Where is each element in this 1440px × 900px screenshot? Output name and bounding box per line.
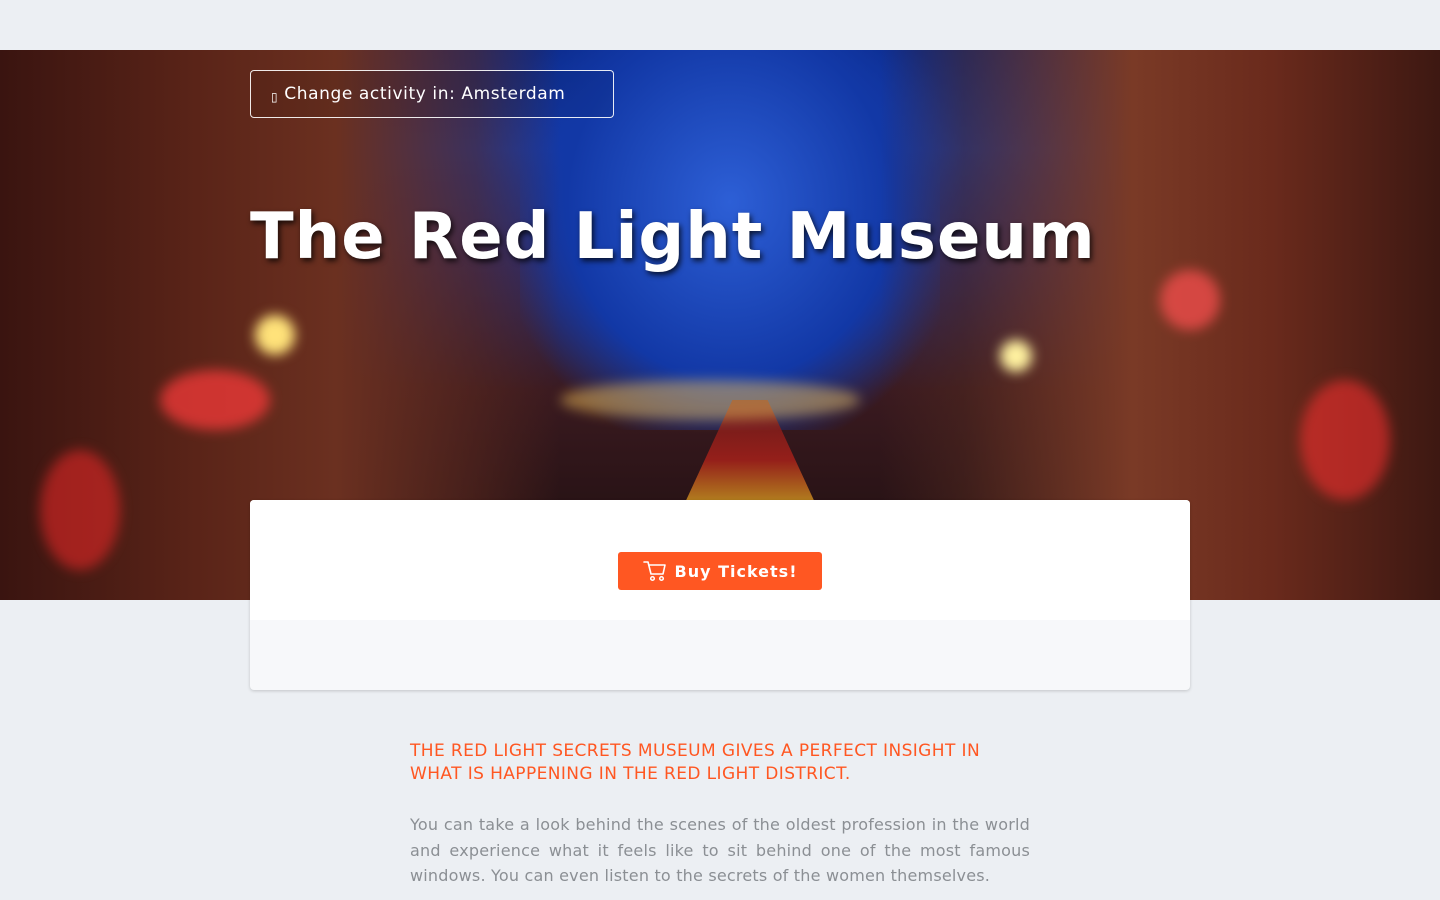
hero-image-street-lamp bbox=[1000, 340, 1032, 372]
page-title: The Red Light Museum bbox=[250, 200, 1096, 274]
hero-image-red-window bbox=[40, 450, 120, 570]
change-activity-button[interactable]: ▯ Change activity in: Amsterdam bbox=[250, 70, 614, 118]
booking-card: Buy Tickets! bbox=[250, 500, 1190, 690]
intro-heading: THE RED LIGHT SECRETS MUSEUM GIVES A PER… bbox=[410, 741, 981, 784]
hero-image-lights bbox=[560, 380, 860, 420]
hero-image-neon-sign bbox=[160, 370, 270, 430]
intro-text: You can take a look behind the scenes of… bbox=[410, 815, 1030, 885]
top-bar bbox=[0, 0, 1440, 50]
hero-image-red-window bbox=[1300, 380, 1390, 500]
shopping-cart-icon bbox=[642, 561, 666, 582]
change-activity-label: Change activity in: Amsterdam bbox=[284, 84, 566, 104]
buy-tickets-label: Buy Tickets! bbox=[674, 561, 798, 581]
hero-image-neon-sign bbox=[1160, 270, 1220, 330]
intro-section: THE RED LIGHT SECRETS MUSEUM GIVES A PER… bbox=[410, 740, 1030, 889]
buy-tickets-button[interactable]: Buy Tickets! bbox=[618, 552, 822, 590]
hero-image-street-lamp bbox=[255, 315, 295, 355]
map-pin-icon: ▯ bbox=[271, 89, 279, 104]
